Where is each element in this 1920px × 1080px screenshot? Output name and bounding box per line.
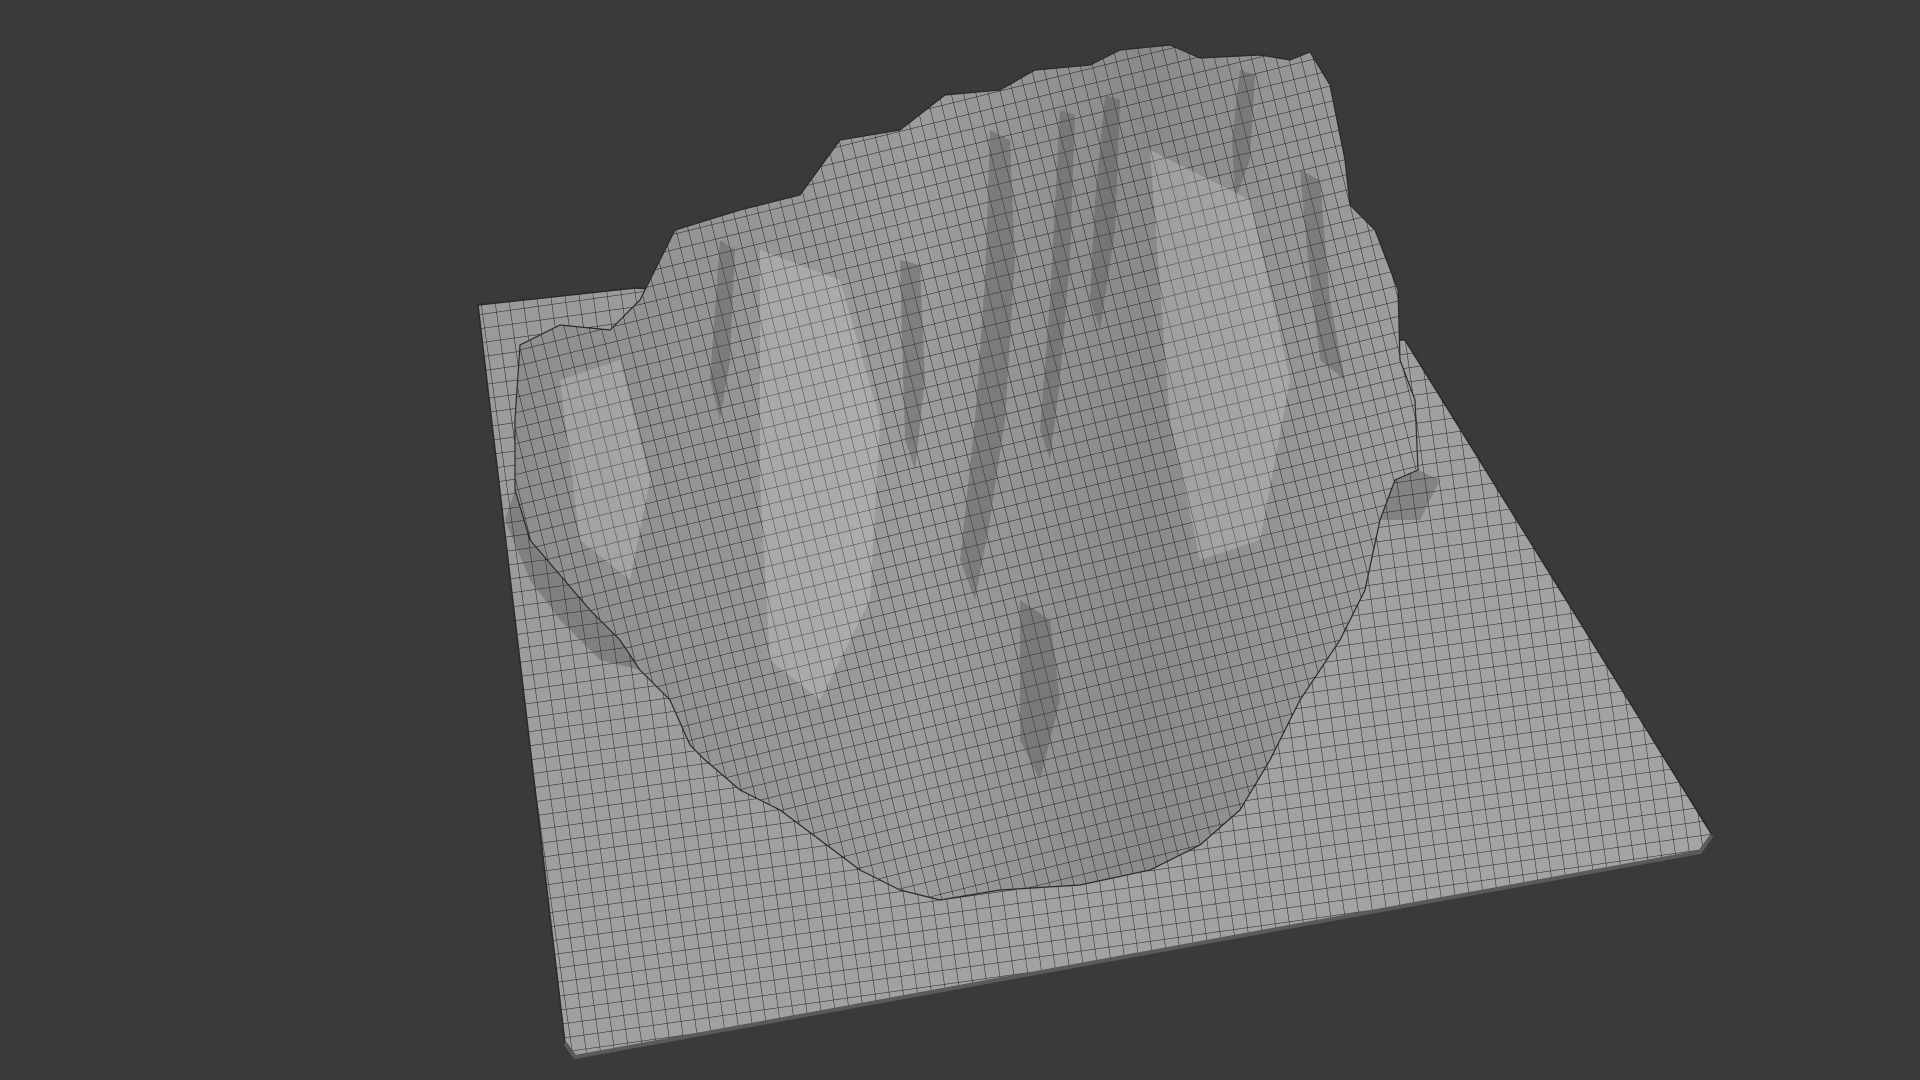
viewport-scene[interactable]	[0, 0, 1920, 1080]
3d-viewport[interactable]	[0, 0, 1920, 1080]
